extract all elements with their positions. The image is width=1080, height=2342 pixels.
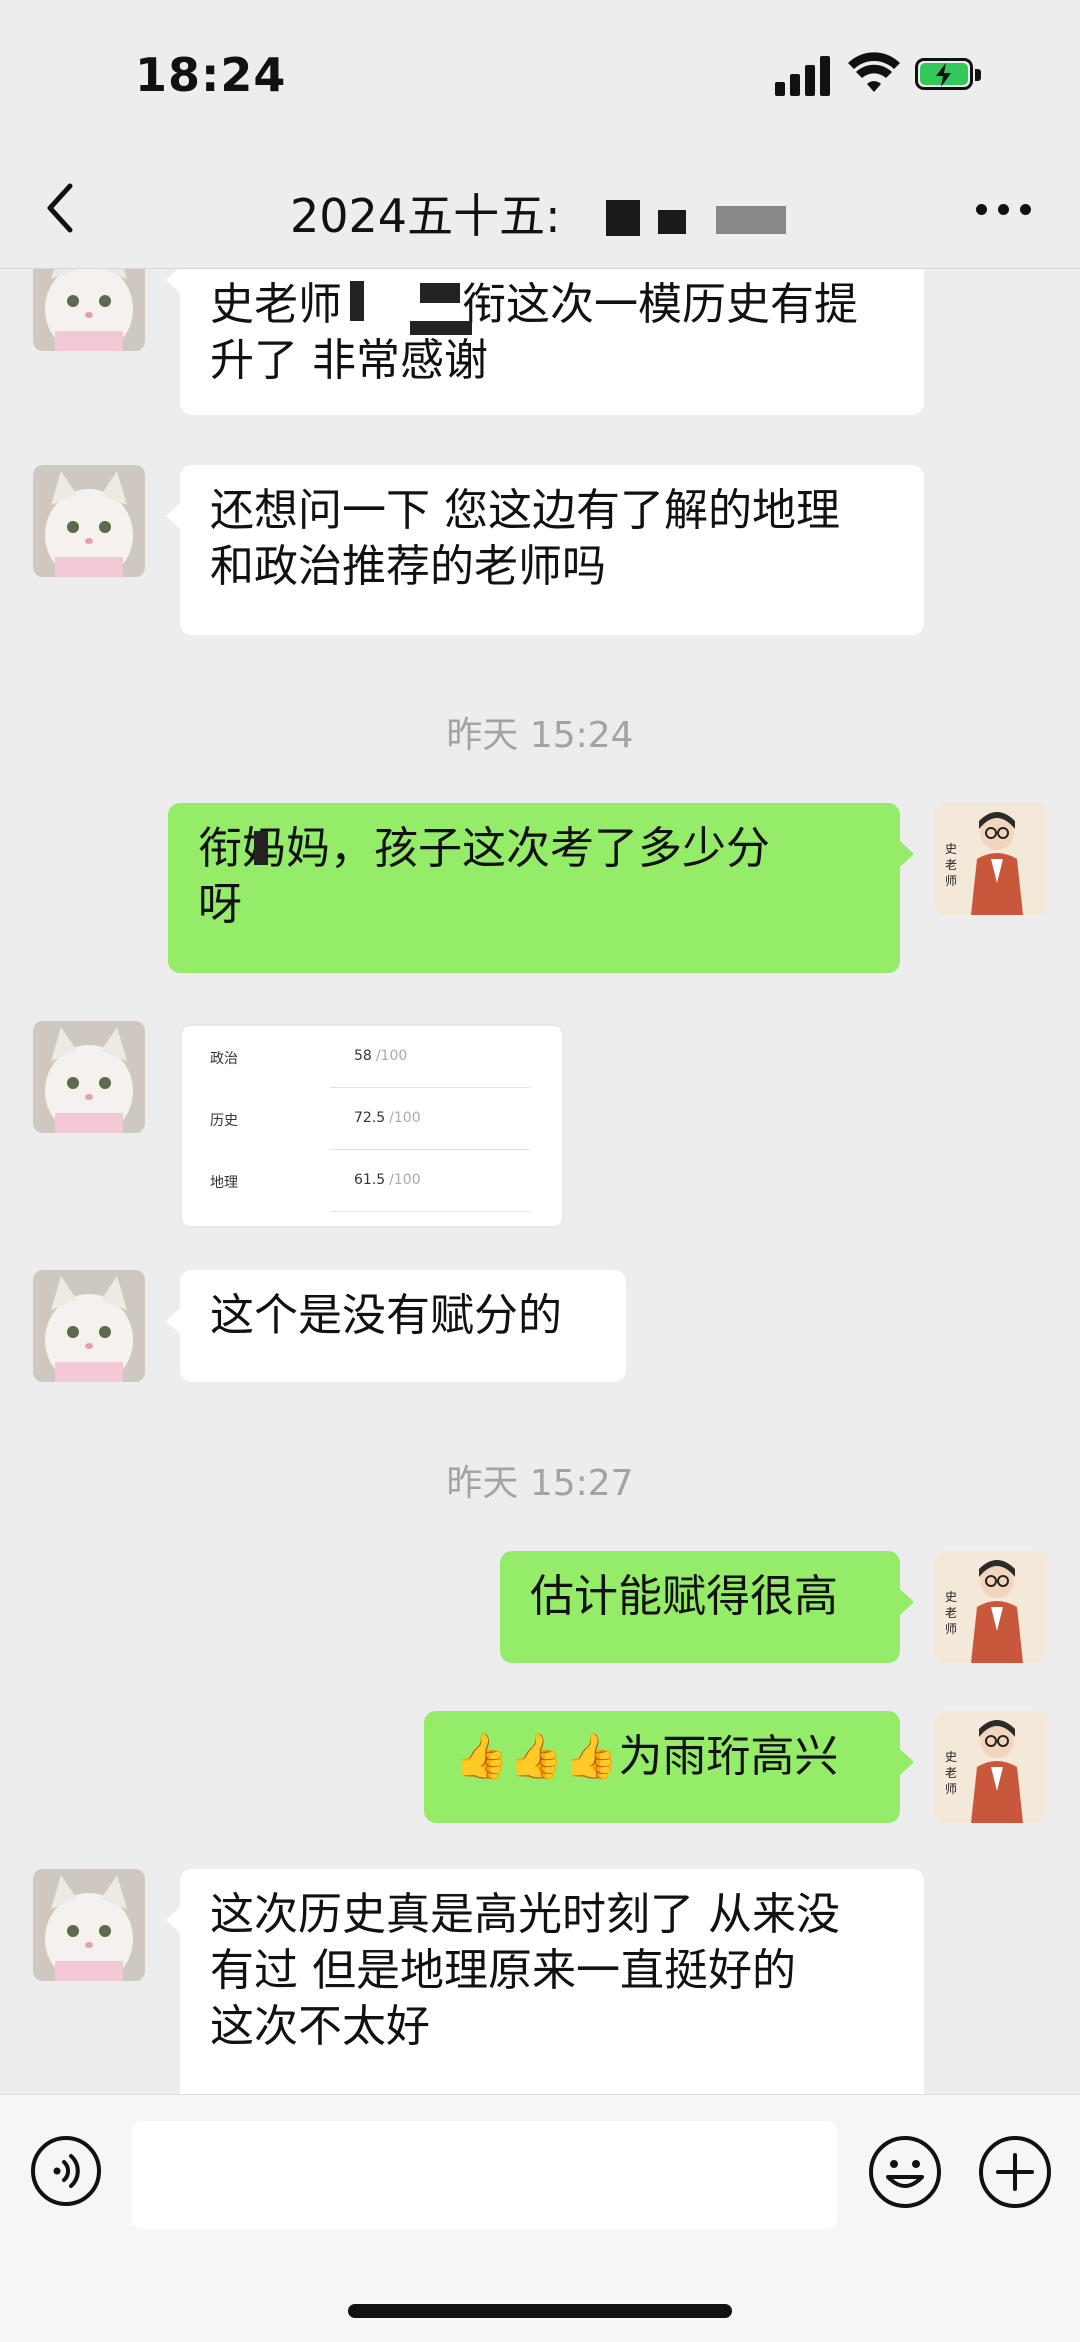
my-avatar[interactable]: 史老师 [935,1711,1047,1823]
svg-text:老: 老 [945,858,957,872]
emoji-icon[interactable] [868,2135,942,2209]
back-icon[interactable] [40,180,80,236]
svg-text:师: 师 [945,1782,957,1796]
status-bar: 18:24 [0,0,1080,150]
redaction-mask [606,200,640,236]
message-text: 衔妈妈，孩子这次考了多少分 [198,823,770,874]
subject-label: 历史 [210,1113,238,1129]
svg-text:史: 史 [945,842,957,856]
message-bubble[interactable]: 史老师 衔这次一模历史有提 升了 非常感谢 [166,269,924,415]
message-bubble[interactable]: 还想问一下 您这边有了解的地理 和政治推荐的老师吗 [166,465,924,635]
message-text: 这次不太好 [210,2001,430,2052]
redaction-mask [410,321,472,335]
message-bubble[interactable]: 这次历史真是高光时刻了 从来没 有过 但是地理原来一直挺好的 这次不太好 [166,1869,924,2094]
row-divider [330,1211,530,1212]
input-bar [0,2094,1080,2342]
home-indicator [348,2304,732,2318]
svg-text:老: 老 [945,1766,957,1780]
message-text: 和政治推荐的老师吗 [210,541,606,592]
redaction-mask [254,831,268,865]
subject-label: 政治 [210,1051,238,1067]
redaction-mask [420,283,460,303]
message-text: 升了 非常感谢 [210,335,488,386]
contact-avatar[interactable] [33,1021,145,1133]
more-icon[interactable] [976,198,1032,218]
my-avatar[interactable]: 史老师 [935,1551,1047,1663]
contact-avatar[interactable] [33,269,145,351]
cellular-signal-icon [775,56,831,96]
my-avatar[interactable]: 史老师 [935,803,1047,915]
message-bubble[interactable]: 衔妈妈，孩子这次考了多少分 呀 [168,803,914,973]
battery-icon [915,58,985,94]
message-bubble[interactable]: 估计能赋得很高 [500,1551,914,1663]
svg-text:师: 师 [945,874,957,888]
message-bubble[interactable]: 这个是没有赋分的 [166,1270,626,1382]
score-row: 政治 58/100 [210,1026,530,1088]
svg-text:史: 史 [945,1750,957,1764]
score-value: 58/100 [354,1048,408,1064]
message-timestamp: 昨天 15:24 [446,715,634,756]
status-time: 18:24 [135,48,287,102]
svg-text:史: 史 [945,1590,957,1604]
chat-message-list[interactable]: 史老师 衔这次一模历史有提 升了 非常感谢 还想问一下 您这边有了解的地理 和政治… [0,269,1080,2094]
score-value: 61.5/100 [354,1172,421,1188]
contact-avatar[interactable] [33,1869,145,1981]
contact-avatar[interactable] [33,1270,145,1382]
message-text: 史老师 [210,279,342,330]
score-value: 72.5/100 [354,1110,421,1126]
score-image[interactable]: 政治 58/100 历史 72.5/100 地理 61.5/100 [180,1024,564,1228]
wifi-icon [848,52,900,92]
message-text: 有过 但是地理原来一直挺好的 [210,1945,796,1996]
message-bubble[interactable]: 👍👍👍为雨珩高兴 [424,1711,914,1823]
svg-text:师: 师 [945,1622,957,1636]
redaction-mask [350,281,364,321]
svg-text:老: 老 [945,1606,957,1620]
contact-avatar[interactable] [33,465,145,577]
message-input[interactable] [132,2121,837,2229]
message-text: 衔这次一模历史有提 [462,279,858,330]
score-row: 地理 61.5/100 [210,1150,530,1212]
voice-icon[interactable] [30,2135,102,2207]
redaction-mask [658,210,686,234]
score-row: 历史 72.5/100 [210,1088,530,1150]
message-text: 为雨珩高兴 [618,1731,839,1782]
message-text: 还想问一下 您这边有了解的地理 [210,485,840,536]
chat-title[interactable]: 2024五十五: [290,180,561,246]
subject-label: 地理 [210,1175,238,1191]
message-text: 这次历史真是高光时刻了 从来没 [210,1889,840,1940]
message-text: 这个是没有赋分的 [210,1290,562,1341]
message-text: 估计能赋得很高 [530,1571,838,1622]
chat-header: 2024五十五: [0,150,1080,269]
redaction-mask [716,206,786,234]
message-text: 呀 [198,879,242,930]
plus-icon[interactable] [978,2135,1052,2209]
thumbs-up-emoji: 👍👍👍 [454,1731,619,1782]
message-timestamp: 昨天 15:27 [446,1463,634,1504]
